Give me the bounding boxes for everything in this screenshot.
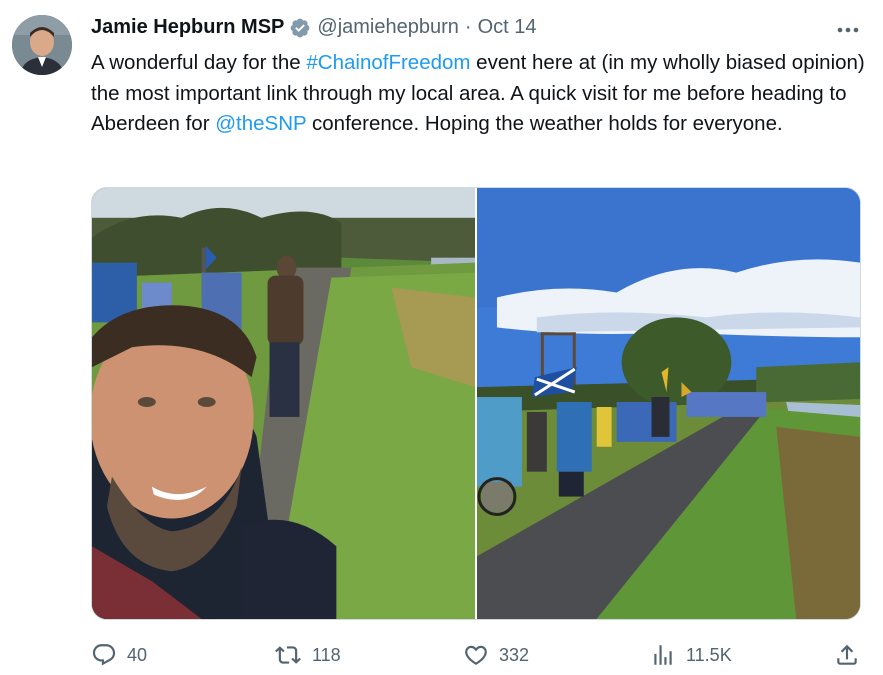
views-button[interactable]: 11.5K bbox=[650, 638, 732, 672]
reply-count: 40 bbox=[127, 644, 148, 665]
tweet: Jamie Hepburn MSP @jamiehepburn · Oct 14… bbox=[0, 0, 883, 675]
tweet-timestamp[interactable]: Oct 14 bbox=[478, 16, 537, 39]
like-icon bbox=[463, 642, 489, 668]
hashtag-link[interactable]: #ChainofFreedom bbox=[306, 51, 470, 74]
like-button[interactable]: 332 bbox=[463, 638, 529, 672]
author-name[interactable]: Jamie Hepburn MSP bbox=[91, 16, 284, 39]
photo-chain-of-freedom[interactable] bbox=[477, 188, 860, 619]
tweet-actions: 40 118 332 11.5K bbox=[91, 638, 861, 672]
retweet-icon bbox=[274, 642, 302, 668]
mention-link[interactable]: @theSNP bbox=[215, 112, 306, 135]
views-icon bbox=[650, 642, 676, 668]
more-icon[interactable] bbox=[835, 18, 861, 42]
retweet-count: 118 bbox=[312, 644, 341, 665]
author-handle[interactable]: @jamiehepburn bbox=[317, 16, 459, 39]
author-avatar[interactable] bbox=[12, 15, 72, 75]
tweet-media bbox=[91, 187, 861, 620]
tweet-header: Jamie Hepburn MSP @jamiehepburn · Oct 14 bbox=[91, 16, 536, 39]
views-count: 11.5K bbox=[686, 644, 732, 665]
retweet-button[interactable]: 118 bbox=[274, 638, 341, 672]
share-button[interactable] bbox=[834, 638, 860, 672]
verified-badge-icon[interactable] bbox=[289, 17, 311, 39]
photo-selfie[interactable] bbox=[92, 188, 475, 619]
tweet-text-part-3: conference. Hoping the weather holds for… bbox=[306, 112, 783, 135]
reply-button[interactable]: 40 bbox=[91, 638, 147, 672]
share-icon bbox=[834, 642, 860, 668]
separator-dot: · bbox=[464, 16, 472, 38]
like-count: 332 bbox=[499, 644, 530, 665]
reply-icon bbox=[91, 642, 117, 668]
tweet-text-part-1: A wonderful day for the bbox=[91, 51, 307, 74]
tweet-text: A wonderful day for the #ChainofFreedom … bbox=[91, 48, 866, 140]
